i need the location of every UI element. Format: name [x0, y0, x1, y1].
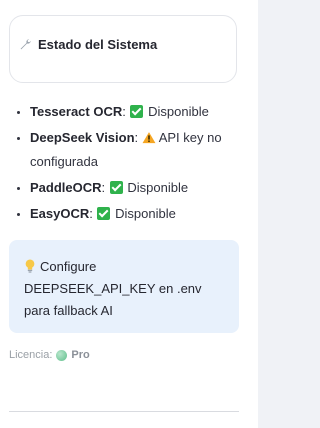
service-status: Disponible	[148, 104, 209, 119]
status-card-title-text: Estado del Sistema	[38, 37, 158, 52]
service-name: Tesseract OCR	[30, 104, 123, 119]
license-label: Licencia:	[9, 349, 53, 361]
license-status: Licencia: Pro	[9, 349, 90, 361]
service-name: PaddleOCR	[30, 180, 102, 195]
service-status: Disponible	[127, 180, 189, 195]
service-name: DeepSeek Vision	[30, 130, 135, 145]
check-icon	[97, 207, 111, 220]
license-value: Pro	[71, 349, 90, 361]
check-icon	[109, 181, 123, 194]
services-list: Tesseract OCR: Disponible DeepSeek Visio…	[9, 100, 245, 228]
service-item-tesseract: Tesseract OCR: Disponible	[30, 100, 245, 124]
warning-icon	[142, 132, 156, 144]
info-alert-message: Configure DEEPSEEK_API_KEY en .env para …	[24, 259, 202, 318]
sidebar-divider	[9, 411, 239, 412]
license-status-dot	[56, 349, 68, 361]
service-item-paddleocr: PaddleOCR: Disponible	[30, 176, 245, 200]
status-card-title: Estado del Sistema	[19, 37, 157, 52]
check-icon	[130, 105, 144, 118]
service-status: Disponible	[115, 206, 176, 221]
wrench-icon	[20, 39, 31, 50]
service-name: EasyOCR	[30, 206, 90, 221]
service-item-easyocr: EasyOCR: Disponible	[30, 202, 245, 226]
info-alert: Configure DEEPSEEK_API_KEY en .env para …	[9, 240, 239, 333]
sidebar: Estado del Sistema Tesseract OCR: Dispon…	[0, 0, 258, 428]
lightbulb-icon	[25, 259, 35, 273]
service-item-deepseek: DeepSeek Vision: API key no configurada	[30, 126, 245, 174]
